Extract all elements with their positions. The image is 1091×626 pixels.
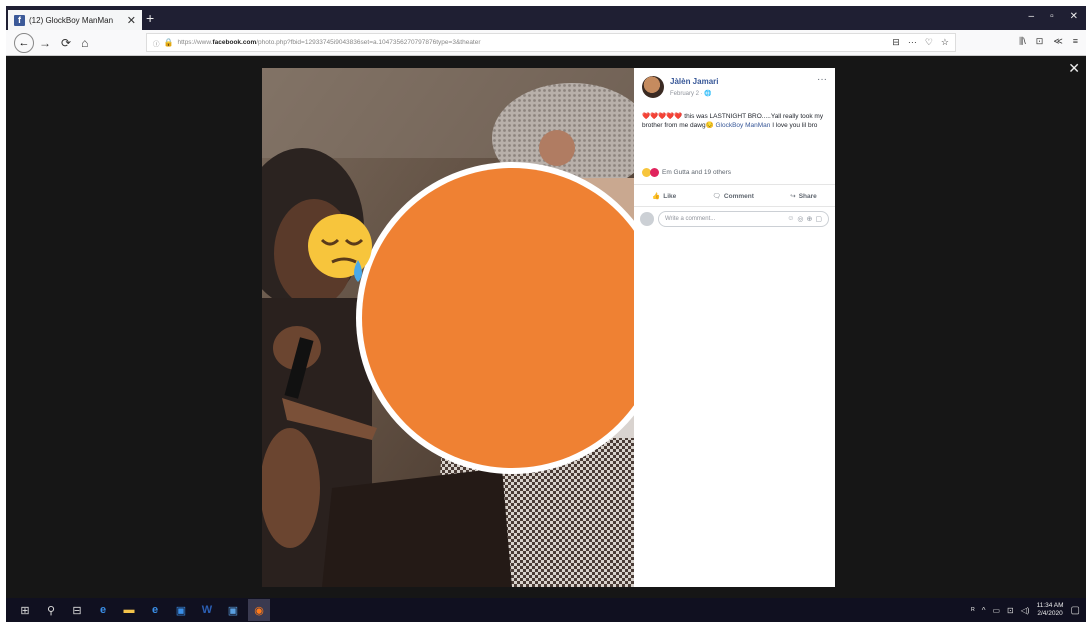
reaction-summary[interactable]: Em Gutta and 19 others	[642, 168, 731, 177]
post-photo[interactable]	[262, 68, 634, 587]
like-button[interactable]: 👍 Like	[652, 192, 676, 200]
close-theater-icon[interactable]: ✕	[1068, 60, 1080, 77]
close-window-icon[interactable]: ✕	[1070, 11, 1078, 22]
post-actions: 👍 Like 🗨 Comment ↪ Share	[634, 188, 835, 204]
gif-icon[interactable]: ⊕	[807, 215, 813, 223]
edge-icon[interactable]: e	[92, 599, 114, 621]
library-icon[interactable]: ⫼\	[1019, 36, 1026, 47]
start-icon[interactable]: ⊞	[14, 599, 36, 621]
post-text: ❤️❤️❤️❤️❤️ this was LASTNIGHT BRO.....Ya…	[642, 112, 827, 130]
reload-icon[interactable]: ⟳	[61, 36, 71, 50]
notifications-icon[interactable]: ▢	[1071, 605, 1080, 616]
system-tray: ᴿ ^ ▭ ⊡ ◁) 11:34 AM 2/4/2020 ▢	[971, 598, 1080, 622]
file-explorer-icon[interactable]: ▬	[118, 599, 140, 621]
emoji-icon[interactable]: ☺	[787, 215, 794, 223]
clock[interactable]: 11:34 AM 2/4/2020	[1037, 602, 1064, 618]
more-options-icon[interactable]: ···	[817, 74, 827, 85]
url-domain: facebook.com	[212, 39, 257, 46]
post-date[interactable]: February 2 · 🌐	[670, 90, 712, 97]
heart-emojis: ❤️❤️❤️❤️❤️	[642, 113, 683, 120]
author-avatar[interactable]	[642, 76, 664, 98]
sidebar-icon[interactable]: ⊡	[1036, 36, 1044, 47]
page-actions-icon[interactable]: ···	[908, 37, 917, 48]
photo-theater: ✕ Jàlèn Jamari February 2 · 🌐 ··· ❤️❤️❤️…	[6, 56, 1086, 598]
app-icon[interactable]: ▣	[222, 599, 244, 621]
clock-date: 2/4/2020	[1037, 610, 1063, 617]
sticker-icon[interactable]: ▢	[815, 215, 822, 223]
comment-input[interactable]: Write a comment... ☺ ◎ ⊕ ▢	[658, 211, 829, 227]
reaction-names: Em Gutta and 19 others	[662, 169, 732, 176]
network-icon[interactable]: ⊡	[1007, 606, 1014, 615]
search-icon[interactable]: ⚲	[40, 599, 62, 621]
browser-tab-bar: f (12) GlockBoy ManMan ✕ + – ▫ ✕	[6, 6, 1086, 30]
comment-placeholder: Write a comment...	[665, 216, 716, 222]
facebook-favicon-icon: f	[14, 14, 25, 26]
share-label: Share	[798, 193, 817, 200]
url-prefix: https://www.	[177, 39, 213, 46]
forward-icon[interactable]: →	[39, 36, 51, 50]
post-author[interactable]: Jàlèn Jamari	[670, 77, 718, 86]
browser-tab[interactable]: f (12) GlockBoy ManMan ✕	[8, 10, 142, 30]
task-view-icon[interactable]: ⊟	[66, 599, 88, 621]
word-icon[interactable]: W	[196, 599, 218, 621]
people-icon[interactable]: ᴿ	[971, 606, 975, 615]
photo-image	[262, 68, 634, 587]
browser-nav-bar: ← → ⟳ ⌂ ⓘ 🔒 https://www. facebook.com /p…	[6, 30, 1086, 56]
bookmark-star-icon[interactable]: ☆	[941, 37, 949, 48]
divider	[634, 206, 835, 207]
tab-close-icon[interactable]: ✕	[127, 14, 136, 27]
screen: f (12) GlockBoy ManMan ✕ + – ▫ ✕ ← → ⟳ ⌂…	[6, 6, 1086, 622]
address-bar[interactable]: ⓘ 🔒 https://www. facebook.com /photo.php…	[146, 33, 956, 52]
reader-view-icon[interactable]: ⊟	[892, 37, 900, 48]
back-icon[interactable]: ←	[14, 32, 34, 53]
tab-title: (12) GlockBoy ManMan	[29, 15, 114, 25]
url-path: /photo.php?fbid=12933745i9043836set=a.10…	[256, 39, 481, 46]
comment-button[interactable]: 🗨 Comment	[713, 192, 754, 200]
comment-label: Comment	[723, 193, 754, 200]
camera-icon[interactable]: ◎	[797, 215, 803, 223]
home-icon[interactable]: ⌂	[81, 36, 88, 50]
new-tab-icon[interactable]: +	[146, 10, 154, 26]
minimize-icon[interactable]: –	[1029, 11, 1035, 22]
thumbs-up-icon: 👍	[652, 193, 661, 200]
comment-composer: Write a comment... ☺ ◎ ⊕ ▢	[640, 210, 829, 228]
commenter-avatar	[640, 212, 654, 226]
windows-taskbar: ⊞ ⚲ ⊟ e ▬ e ▣ W ▣ ◉ ᴿ ^ ▭ ⊡ ◁) 11:34 AM …	[6, 598, 1086, 622]
extension-icon[interactable]: ≪	[1053, 36, 1062, 47]
post-side-panel: Jàlèn Jamari February 2 · 🌐 ··· ❤️❤️❤️❤️…	[634, 68, 835, 587]
menu-icon[interactable]: ≡	[1073, 36, 1078, 47]
address-bar-actions: ⊟ ··· ♡ ☆	[892, 37, 949, 48]
show-hidden-icons-icon[interactable]: ^	[982, 606, 986, 615]
comment-icon: 🗨	[712, 193, 721, 200]
internet-explorer-icon[interactable]: e	[144, 599, 166, 621]
maximize-icon[interactable]: ▫	[1050, 11, 1054, 22]
volume-icon[interactable]: ◁)	[1021, 606, 1030, 615]
clock-time: 11:34 AM	[1036, 602, 1064, 609]
share-icon: ↪	[790, 193, 796, 200]
lock-icon: 🔒	[163, 38, 174, 47]
info-icon[interactable]: ⓘ	[153, 38, 160, 48]
toolbar-right: ⫼\ ⊡ ≪ ≡	[1019, 36, 1078, 47]
divider	[634, 184, 835, 185]
pocket-icon[interactable]: ♡	[925, 37, 933, 48]
battery-icon[interactable]: ▭	[992, 606, 1000, 615]
love-reaction-icon	[650, 168, 659, 177]
tagged-friend-link[interactable]: GlockBoy ManMan	[715, 122, 770, 129]
firefox-icon[interactable]: ◉	[248, 599, 270, 621]
outlook-icon[interactable]: ▣	[170, 599, 192, 621]
share-button[interactable]: ↪ Share	[790, 192, 817, 200]
like-label: Like	[663, 193, 677, 200]
window-controls: – ▫ ✕	[1029, 11, 1079, 22]
comment-tools: ☺ ◎ ⊕ ▢	[787, 215, 822, 223]
post-text-end: I love you lil bro	[770, 122, 818, 129]
